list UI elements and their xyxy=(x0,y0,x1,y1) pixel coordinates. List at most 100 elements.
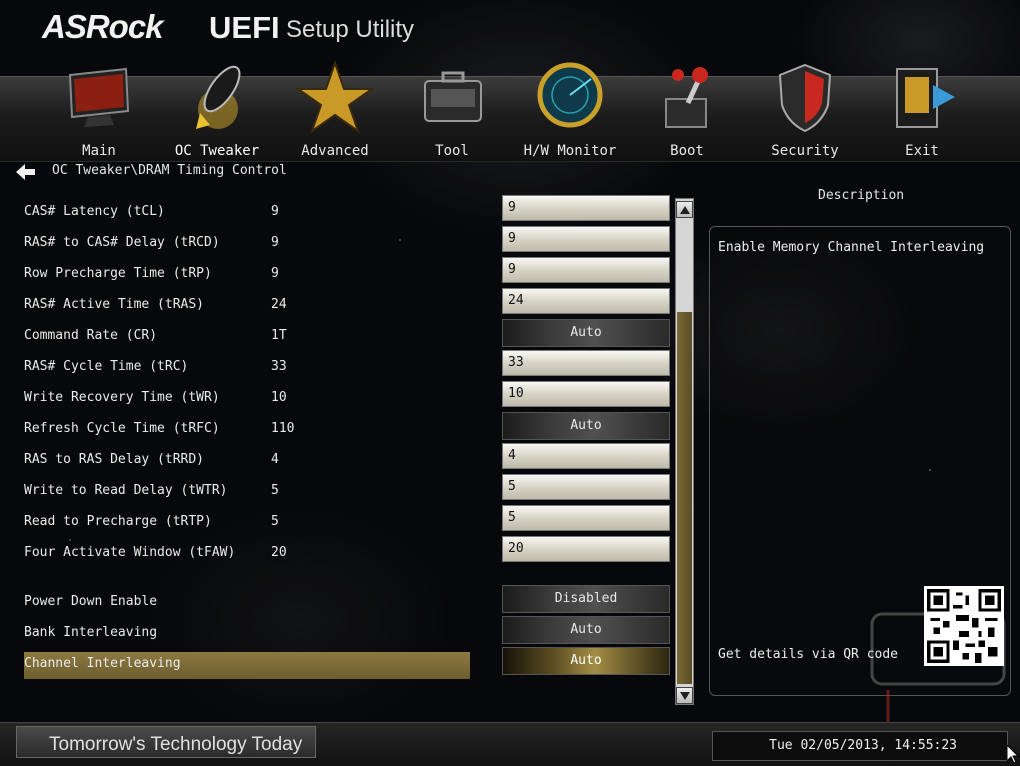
mouse-cursor-icon xyxy=(1007,745,1019,763)
nav-tab-advanced[interactable]: Advanced xyxy=(276,59,394,161)
setting-row-tfaw[interactable]: Four Activate Window (tFAW) 20 20 xyxy=(0,536,680,568)
value-field[interactable]: 5 xyxy=(502,505,670,531)
breadcrumb-path: OC Tweaker\DRAM Timing Control xyxy=(52,163,287,178)
nav-label: Advanced xyxy=(301,143,369,159)
setting-label: Four Activate Window (tFAW) xyxy=(24,545,236,560)
nav-tab-exit[interactable]: Exit xyxy=(863,68,981,161)
tagline-box: Tomorrow's Technology Today xyxy=(16,726,316,758)
setting-row-trp[interactable]: Row Precharge Time (tRP) 9 9 xyxy=(0,257,680,289)
current-value: 5 xyxy=(271,514,279,529)
setting-label: RAS# Cycle Time (tRC) xyxy=(24,359,189,374)
nav-tab-security[interactable]: Security xyxy=(746,63,864,161)
setting-label: RAS# to CAS# Delay (tRCD) xyxy=(24,235,220,250)
nav-tab-tool[interactable]: Tool xyxy=(393,71,511,161)
value-field[interactable]: 20 xyxy=(502,536,670,562)
setting-row-twtr[interactable]: Write to Read Delay (tWTR) 5 5 xyxy=(0,474,680,506)
datetime-box: Tue 02/05/2013, 14:55:23 xyxy=(712,731,1008,761)
value-field[interactable]: 33 xyxy=(502,350,670,376)
option-button[interactable]: Auto xyxy=(502,616,670,644)
value-field[interactable]: 9 xyxy=(502,257,670,283)
setting-label: RAS to RAS Delay (tRRD) xyxy=(24,452,205,467)
value-field[interactable]: 9 xyxy=(502,226,670,252)
description-text: Enable Memory Channel Interleaving xyxy=(718,240,985,255)
setting-row-tcl[interactable]: CAS# Latency (tCL) 9 9 xyxy=(0,195,680,227)
setting-row-command-rate[interactable]: Command Rate (CR) 1T Auto xyxy=(0,319,680,351)
nav-tab-main[interactable]: Main xyxy=(40,67,158,161)
value-field[interactable]: 5 xyxy=(502,474,670,500)
asrock-logo: ASRock xyxy=(42,8,164,45)
setting-row-bank-interleaving[interactable]: Bank Interleaving Auto xyxy=(0,616,680,648)
uefi-title: UEFI xyxy=(209,10,280,45)
setting-row-trcd[interactable]: RAS# to CAS# Delay (tRCD) 9 9 xyxy=(0,226,680,258)
scroll-down-button[interactable] xyxy=(676,687,693,704)
rocket-icon xyxy=(196,65,241,129)
scroll-up-button[interactable] xyxy=(676,201,693,218)
back-arrow-icon[interactable] xyxy=(16,163,36,181)
chevron-down-icon xyxy=(680,692,690,700)
shield-icon xyxy=(778,63,832,133)
nav-label: Exit xyxy=(905,143,939,159)
nav-label: Boot xyxy=(670,143,704,159)
nav-label: Security xyxy=(771,143,839,159)
radar-icon xyxy=(537,62,603,128)
nav-tab-hw-monitor[interactable]: H/W Monitor xyxy=(511,62,629,161)
value-field[interactable]: 24 xyxy=(502,288,670,314)
setup-utility-title: Setup Utility xyxy=(286,16,415,43)
exit-door-icon xyxy=(896,68,955,128)
top-nav-bar: Main OC Tweaker Advanced Tool H/W Monito… xyxy=(0,59,1020,162)
current-value: 9 xyxy=(271,204,279,219)
option-button[interactable]: Auto xyxy=(502,412,670,440)
setting-row-trc[interactable]: RAS# Cycle Time (tRC) 33 33 xyxy=(0,350,680,382)
nav-tab-oc-tweaker[interactable]: OC Tweaker xyxy=(158,65,276,161)
setting-label: Bank Interleaving xyxy=(24,625,158,640)
setting-label: Channel Interleaving xyxy=(24,656,181,671)
datetime-text: Tue 02/05/2013, 14:55:23 xyxy=(769,738,957,753)
value-field[interactable]: 9 xyxy=(502,195,670,221)
option-button[interactable]: Disabled xyxy=(502,585,670,613)
nav-label: Tool xyxy=(435,143,469,159)
setting-row-power-down[interactable]: Power Down Enable Disabled xyxy=(0,585,680,617)
nav-label: H/W Monitor xyxy=(523,143,617,159)
value-field[interactable]: 10 xyxy=(502,381,670,407)
setting-row-trtp[interactable]: Read to Precharge (tRTP) 5 5 xyxy=(0,505,680,537)
setting-row-trrd[interactable]: RAS to RAS Delay (tRRD) 4 4 xyxy=(0,443,680,475)
setting-label: Write to Read Delay (tWTR) xyxy=(24,483,228,498)
tagline-text: Tomorrow's Technology Today xyxy=(49,734,303,755)
scrollbar-thumb[interactable] xyxy=(677,312,692,684)
chevron-up-icon xyxy=(680,206,690,214)
monitor-icon xyxy=(68,67,130,127)
option-button[interactable]: Auto xyxy=(502,319,670,347)
option-button[interactable]: Auto xyxy=(502,647,670,675)
setting-label: Write Recovery Time (tWR) xyxy=(24,390,220,405)
setting-row-tras[interactable]: RAS# Active Time (tRAS) 24 24 xyxy=(0,288,680,320)
qr-caption: Get details via QR code xyxy=(718,647,899,662)
current-value: 10 xyxy=(271,390,287,405)
nav-label: Main xyxy=(82,143,116,159)
setting-label: CAS# Latency (tCL) xyxy=(24,204,165,219)
current-value: 24 xyxy=(271,297,287,312)
value-field[interactable]: 4 xyxy=(502,443,670,469)
current-value: 9 xyxy=(271,266,279,281)
joystick-icon xyxy=(665,67,708,128)
setting-label: Read to Precharge (tRTP) xyxy=(24,514,212,529)
description-title: Description xyxy=(818,188,905,203)
qr-code xyxy=(924,586,1004,666)
nav-label: OC Tweaker xyxy=(174,143,260,159)
setting-label: RAS# Active Time (tRAS) xyxy=(24,297,205,312)
current-value: 5 xyxy=(271,483,279,498)
current-value: 1T xyxy=(271,328,287,343)
setting-row-twr[interactable]: Write Recovery Time (tWR) 10 10 xyxy=(0,381,680,413)
current-value: 20 xyxy=(271,545,287,560)
current-value: 33 xyxy=(271,359,287,374)
setting-label: Power Down Enable xyxy=(24,594,158,609)
toolbox-icon xyxy=(424,71,482,122)
current-value: 4 xyxy=(271,452,279,467)
current-value: 9 xyxy=(271,235,279,250)
setting-row-trfc[interactable]: Refresh Cycle Time (tRFC) 110 Auto xyxy=(0,412,680,444)
setting-label: Command Rate (CR) xyxy=(24,328,158,343)
setting-row-channel-interleaving[interactable]: Channel Interleaving Auto xyxy=(0,647,680,679)
star-icon xyxy=(296,59,374,134)
setting-label: Row Precharge Time (tRP) xyxy=(24,266,212,281)
current-value: 110 xyxy=(271,421,295,436)
nav-tab-boot[interactable]: Boot xyxy=(628,67,746,161)
